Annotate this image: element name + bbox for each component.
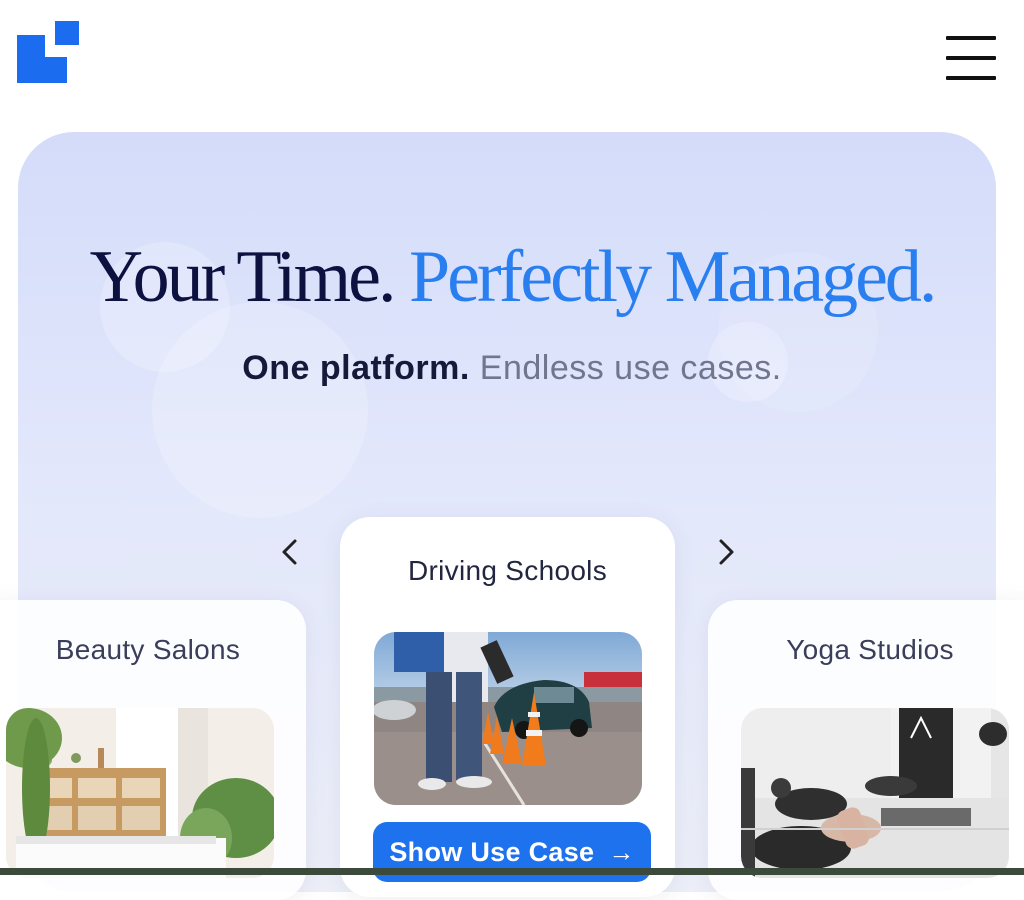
decorative-bubble	[152, 302, 368, 518]
card-title: Beauty Salons	[55, 634, 241, 665]
subline-dark-part: One platform.	[242, 349, 470, 387]
page-bottom-edge	[0, 868, 1024, 875]
yoga-studio-image	[741, 708, 1009, 878]
use-case-card-beauty-salons[interactable]: Beauty Salons	[0, 600, 306, 900]
use-case-card-yoga-studios[interactable]: Yoga Studios	[708, 600, 1024, 900]
top-bar	[0, 0, 1024, 110]
headline-blue-part: Perfectly Managed.	[408, 236, 937, 318]
hero-subline: One platform. Endless use cases.	[0, 346, 1024, 390]
chevron-left-icon[interactable]	[276, 537, 306, 567]
show-use-case-label: Show Use Case	[389, 836, 595, 867]
subline-muted-part: Endless use cases.	[479, 349, 782, 387]
card-title: Driving Schools	[407, 555, 608, 586]
driving-school-image	[374, 632, 642, 805]
hamburger-menu-icon[interactable]	[944, 36, 998, 82]
logo-icon[interactable]	[17, 21, 79, 83]
beauty-salon-image	[6, 708, 274, 878]
arrow-right-icon: →	[608, 836, 635, 867]
hero-headline: Your Time. Perfectly Managed.	[0, 232, 1024, 322]
card-title: Yoga Studios	[786, 634, 954, 665]
chevron-right-icon[interactable]	[710, 537, 740, 567]
headline-dark-part: Your Time.	[89, 236, 397, 318]
